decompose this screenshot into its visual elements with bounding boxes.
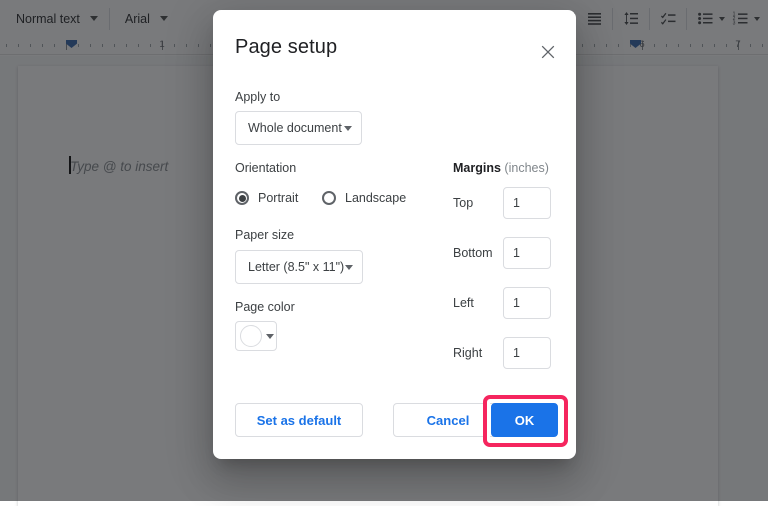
chevron-down-icon xyxy=(345,264,353,270)
margin-right-input[interactable] xyxy=(503,337,551,369)
paper-size-label: Paper size xyxy=(235,228,295,242)
margin-left-label: Left xyxy=(453,296,474,310)
close-icon[interactable] xyxy=(536,40,560,64)
radio-landscape-label: Landscape xyxy=(345,191,407,205)
margin-right-label: Right xyxy=(453,346,483,360)
page-color-label: Page color xyxy=(235,300,295,314)
radio-landscape[interactable]: Landscape xyxy=(322,191,406,205)
apply-to-select[interactable]: Whole document xyxy=(235,111,362,145)
radio-landscape-icon xyxy=(322,191,336,205)
radio-portrait-icon xyxy=(235,191,249,205)
page-setup-dialog: Page setup Apply to Whole document Orien… xyxy=(213,10,576,459)
radio-portrait[interactable]: Portrait xyxy=(235,191,298,205)
chevron-down-icon xyxy=(266,333,274,339)
apply-to-label: Apply to xyxy=(235,90,281,104)
apply-to-value: Whole document xyxy=(248,121,342,135)
margin-top-input[interactable] xyxy=(503,187,551,219)
dialog-title: Page setup xyxy=(235,36,338,58)
margins-label: Margins (inches) xyxy=(453,161,549,175)
radio-portrait-label: Portrait xyxy=(258,191,299,205)
paper-size-value: Letter (8.5" x 11") xyxy=(248,260,345,274)
margin-top-label: Top xyxy=(453,196,474,210)
margin-bottom-input[interactable] xyxy=(503,237,551,269)
page-color-picker[interactable] xyxy=(235,321,277,351)
chevron-down-icon xyxy=(344,125,352,131)
ok-button-highlight-annotation xyxy=(483,395,568,447)
paper-size-select[interactable]: Letter (8.5" x 11") xyxy=(235,250,363,284)
margin-left-input[interactable] xyxy=(503,287,551,319)
orientation-label: Orientation xyxy=(235,161,297,175)
margins-unit: (inches) xyxy=(504,161,549,175)
set-as-default-button[interactable]: Set as default xyxy=(235,403,363,437)
page-color-swatch-circle xyxy=(240,325,262,347)
margin-bottom-label: Bottom xyxy=(453,246,493,260)
margins-title: Margins xyxy=(453,161,501,175)
